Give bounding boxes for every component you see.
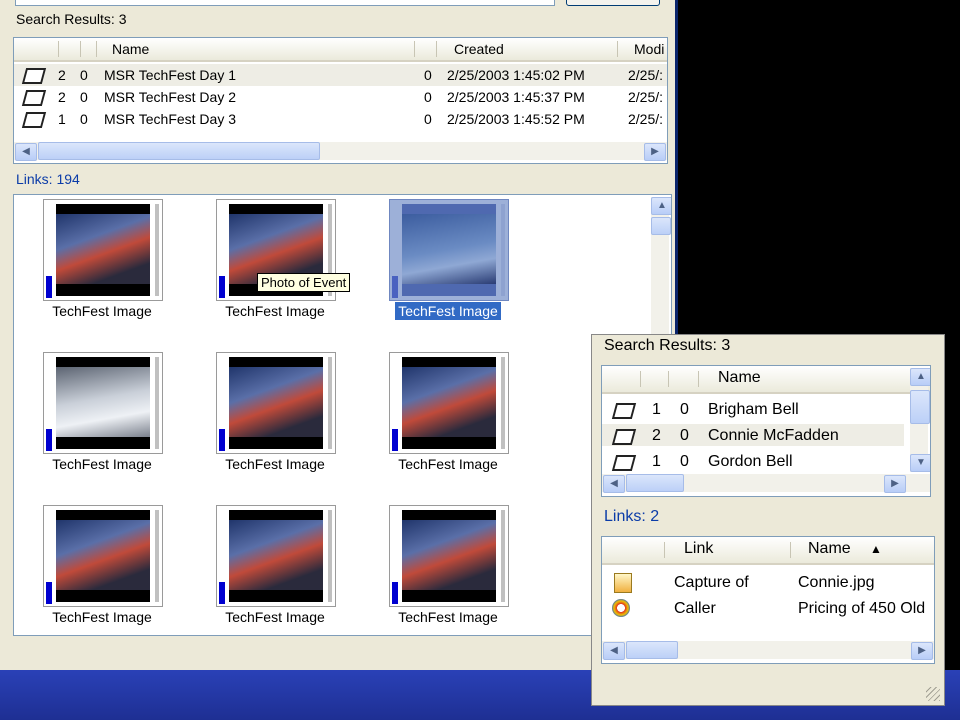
status-strip (0, 660, 675, 670)
image-thumbnail[interactable] (389, 352, 509, 454)
sort-ascending-icon: ▲ (870, 542, 882, 556)
horizontal-scrollbar[interactable]: ◀ ▶ (602, 474, 930, 493)
scroll-left-icon[interactable]: ◀ (15, 143, 37, 161)
scroll-left-icon[interactable]: ◀ (603, 642, 625, 660)
image-thumbnail[interactable] (43, 352, 163, 454)
table-row[interactable]: 2 0 MSR TechFest Day 2 0 2/25/2003 1:45:… (14, 86, 667, 108)
folder-icon (611, 403, 637, 419)
column-name[interactable]: Name (112, 41, 149, 57)
table-row[interactable]: Capture of Connie.jpg (602, 571, 934, 593)
list-header: Link Name ▲ (602, 537, 934, 565)
table-row[interactable]: 1 0 Brigham Bell (602, 398, 904, 420)
scroll-left-icon[interactable]: ◀ (603, 475, 625, 493)
table-row[interactable]: 1 0 Gordon Bell (602, 450, 904, 472)
links-count-label: Links: 194 (16, 171, 80, 187)
search-results-list: Name Created Modi 2 0 MSR TechFest Day 1… (13, 37, 668, 164)
column-link[interactable]: Link (684, 540, 713, 558)
column-created[interactable]: Created (454, 41, 504, 57)
list-header: Name Created Modi (14, 38, 667, 62)
tooltip: Photo of Event (257, 273, 351, 292)
web-link-icon (612, 599, 630, 617)
table-row[interactable]: Caller Pricing of 450 Old (602, 597, 934, 619)
folder-icon (611, 429, 637, 445)
search-results-label: Search Results: 3 (16, 11, 127, 27)
scroll-right-icon[interactable]: ▶ (884, 475, 906, 493)
list-header: Name (602, 366, 930, 394)
search-input[interactable] (15, 0, 555, 6)
image-thumbnail[interactable] (389, 505, 509, 607)
image-caption-selected: TechFest Image (378, 302, 518, 320)
image-thumbnail-selected[interactable] (389, 199, 509, 301)
image-caption: TechFest Image (52, 456, 152, 472)
table-row[interactable]: 2 0 Connie McFadden (602, 424, 904, 446)
image-caption: TechFest Image (52, 303, 152, 319)
table-row[interactable]: 2 0 MSR TechFest Day 1 0 2/25/2003 1:45:… (14, 64, 667, 86)
column-name[interactable]: Name (718, 369, 761, 387)
column-link-name[interactable]: Name (808, 540, 851, 558)
people-list: Name 1 0 Brigham Bell 2 0 Connie McFadde… (601, 365, 931, 497)
folder-icon (611, 455, 637, 471)
image-thumbnail[interactable] (216, 352, 336, 454)
scroll-thumb[interactable] (626, 474, 684, 492)
image-caption: TechFest Image (225, 303, 325, 319)
table-row[interactable]: 1 0 MSR TechFest Day 3 0 2/25/2003 1:45:… (14, 108, 667, 130)
scroll-thumb[interactable] (38, 142, 320, 160)
links-image-panel: ▲ TechFest Image TechFest Image TechFest… (13, 194, 672, 636)
scroll-thumb[interactable] (626, 641, 678, 659)
scroll-right-icon[interactable]: ▶ (644, 143, 666, 161)
image-thumbnail[interactable] (43, 199, 163, 301)
inset-window: Search Results: 3 Name 1 0 Brigham Bell … (591, 334, 945, 706)
scroll-thumb[interactable] (910, 390, 930, 424)
vertical-scrollbar[interactable]: ▲ ▼ (910, 368, 930, 472)
image-file-icon (614, 573, 632, 593)
image-caption: TechFest Image (52, 609, 152, 625)
search-results-label: Search Results: 3 (604, 337, 731, 354)
main-window: Search Results: 3 Name Created Modi 2 0 … (0, 0, 678, 660)
horizontal-scrollbar[interactable]: ◀ ▶ (14, 142, 667, 161)
image-caption: TechFest Image (398, 609, 498, 625)
image-caption: TechFest Image (398, 456, 498, 472)
folder-icon (21, 68, 47, 84)
scroll-right-icon[interactable]: ▶ (911, 642, 933, 660)
folder-icon (21, 112, 47, 128)
image-thumbnail[interactable] (43, 505, 163, 607)
horizontal-scrollbar[interactable]: ◀ ▶ (602, 641, 934, 660)
image-caption: TechFest Image (225, 609, 325, 625)
image-caption: TechFest Image (225, 456, 325, 472)
folder-icon (21, 90, 47, 106)
scroll-up-icon[interactable]: ▲ (910, 368, 930, 386)
scroll-thumb[interactable] (651, 217, 671, 235)
scroll-up-icon[interactable]: ▲ (651, 197, 671, 215)
image-thumbnail[interactable] (216, 505, 336, 607)
search-button[interactable] (566, 0, 660, 6)
scroll-down-icon[interactable]: ▼ (910, 454, 930, 472)
column-modified[interactable]: Modi (634, 41, 664, 57)
links-count-label: Links: 2 (604, 508, 660, 525)
resize-grip[interactable] (926, 687, 940, 701)
links-list: Link Name ▲ Capture of Connie.jpg Caller… (601, 536, 935, 664)
